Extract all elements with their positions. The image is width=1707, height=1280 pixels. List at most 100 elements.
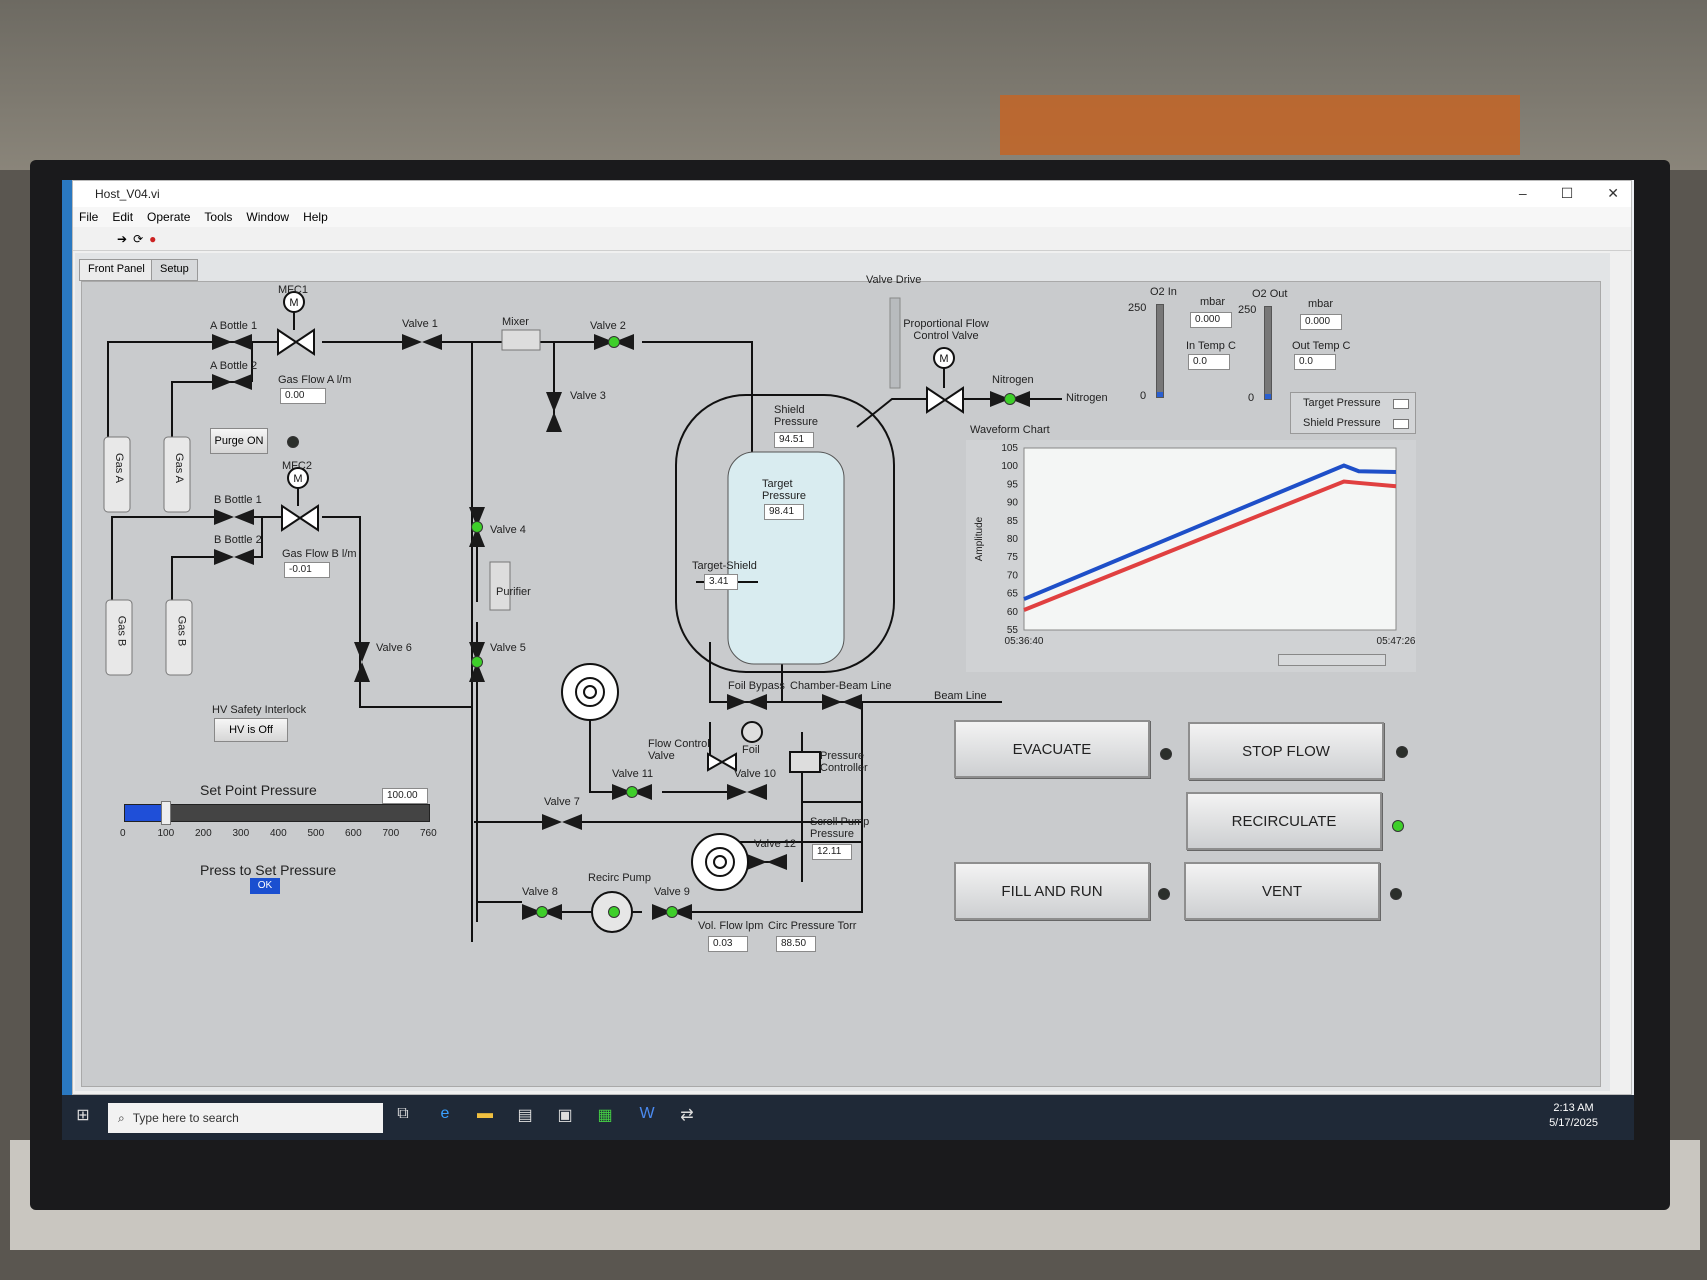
o2-in-value: 0.000	[1190, 312, 1232, 328]
taskbar-search[interactable]: ⌕ Type here to search	[108, 1103, 383, 1133]
spreadsheet-icon[interactable]: ▦	[594, 1105, 616, 1127]
y-tick-label: 75	[1007, 552, 1019, 563]
recirculate-button[interactable]: RECIRCULATE	[1186, 792, 1382, 850]
menu-operate[interactable]: Operate	[147, 210, 190, 224]
o2-in-gauge	[1156, 304, 1164, 398]
gas-flow-b-value: -0.01	[284, 562, 330, 578]
valve12-label: Valve 12	[754, 838, 796, 850]
svg-text:M: M	[289, 297, 298, 309]
a-bottle2-label: A Bottle 2	[210, 360, 258, 372]
y-axis-label: Amplitude	[974, 516, 985, 561]
y-tick-label: 95	[1007, 479, 1019, 490]
remote-icon[interactable]: ⇄	[676, 1105, 698, 1127]
setpoint-ticks: 0 100 200 300 400 500 600 700 760	[120, 828, 437, 842]
clock-date: 5/17/2025	[1549, 1117, 1598, 1129]
target-pressure-label: Target Pressure	[762, 478, 807, 502]
menu-tools[interactable]: Tools	[204, 210, 232, 224]
fill-and-run-button[interactable]: FILL AND RUN	[954, 862, 1150, 920]
valve6-label: Valve 6	[376, 642, 412, 654]
window-title: Host_V04.vi	[95, 187, 160, 201]
app-icon[interactable]: ▤	[514, 1105, 536, 1127]
legend-shield-swatch-icon[interactable]	[1393, 419, 1409, 429]
hv-button[interactable]: HV is Off	[214, 718, 288, 742]
y-tick-label: 100	[1001, 461, 1018, 472]
chart-legend: Target Pressure Shield Pressure	[1290, 392, 1416, 434]
gas-a1-label: Gas A	[112, 453, 125, 483]
nitrogen-valve-label: Nitrogen	[992, 374, 1034, 386]
valve5-label: Valve 5	[490, 642, 526, 654]
setpoint-tick: 760	[420, 828, 437, 839]
labview-icon[interactable]: ▣	[554, 1105, 576, 1127]
setpoint-slider[interactable]	[124, 801, 430, 825]
chart-scrollbar[interactable]	[1278, 654, 1386, 666]
run-continuous-icon[interactable]: ⟳	[133, 232, 143, 246]
setpoint-tick: 300	[232, 828, 250, 839]
setpoint-value[interactable]: 100.00	[382, 788, 428, 804]
menu-help[interactable]: Help	[303, 210, 328, 224]
labview-window: Host_V04.vi – ☐ ✕ File Edit Operate Tool…	[72, 180, 1632, 1095]
chamber-beam-line-label: Chamber-Beam Line	[790, 680, 892, 692]
legend-shield: Shield Pressure	[1303, 417, 1381, 429]
tab-setup[interactable]: Setup	[151, 259, 198, 281]
menu-bar: File Edit Operate Tools Window Help	[73, 207, 1631, 227]
run-arrow-icon[interactable]: ➔	[117, 232, 127, 246]
close-button[interactable]: ✕	[1607, 185, 1619, 202]
fill-and-run-led	[1158, 888, 1170, 900]
y-tick-label: 80	[1007, 534, 1019, 545]
valve2-label: Valve 2	[590, 320, 626, 332]
toolbar: ➔ ⟳ ●	[73, 227, 1631, 251]
panel-body: M M M MFC1 MFC2 A Bottle 1 A Bottle 2 B Bo…	[81, 274, 1601, 1087]
setpoint-tick: 100	[157, 828, 175, 839]
screen: Host_V04.vi – ☐ ✕ File Edit Operate Tool…	[62, 180, 1634, 1140]
foil-bypass-label: Foil Bypass	[728, 680, 785, 692]
o2-out-gauge	[1264, 306, 1272, 400]
evacuate-button[interactable]: EVACUATE	[954, 720, 1150, 778]
legend-target-swatch-icon[interactable]	[1393, 399, 1409, 409]
windows-start-icon[interactable]: ⊞	[72, 1105, 94, 1127]
target-shield-label: Target-Shield	[692, 560, 757, 572]
valve11-led	[626, 786, 638, 798]
background-tape	[1000, 95, 1520, 155]
file-explorer-icon[interactable]: ▬	[474, 1105, 496, 1127]
maximize-button[interactable]: ☐	[1561, 185, 1574, 202]
svg-text:M: M	[293, 473, 302, 485]
abort-icon[interactable]: ●	[149, 232, 156, 246]
minimize-button[interactable]: –	[1519, 185, 1527, 202]
waveform-chart: 105 100 95 90 85 80 75 70 65 60 5505:36:40 05:47:26…	[966, 440, 1416, 672]
scroll-pump-label: Scroll Pump Pressure	[810, 816, 870, 840]
setpoint-tick: 700	[382, 828, 400, 839]
setpoint-label: Set Point Pressure	[200, 782, 317, 798]
menu-edit[interactable]: Edit	[112, 210, 133, 224]
gas-b1-label: Gas B	[115, 615, 128, 647]
purge-led	[287, 436, 299, 448]
hv-interlock-label: HV Safety Interlock	[212, 704, 307, 716]
menu-window[interactable]: Window	[246, 210, 289, 224]
front-panel: Front Panel Setup M M M MFC1 MFC2 A Bott…	[75, 253, 1610, 1091]
setpoint-slider-handle[interactable]	[161, 801, 171, 825]
edge-icon[interactable]: e	[434, 1105, 456, 1127]
gas-b2-label: Gas B	[175, 615, 188, 647]
y-tick-label: 70	[1007, 570, 1019, 581]
vol-flow-label: Vol. Flow lpm	[698, 920, 764, 932]
menu-file[interactable]: File	[79, 210, 98, 224]
stop-flow-button[interactable]: STOP FLOW	[1188, 722, 1384, 780]
recirc-pump-led	[608, 906, 620, 918]
scroll-pump-value: 12.11	[812, 844, 852, 860]
out-temp-value: 0.0	[1294, 354, 1336, 370]
search-icon: ⌕	[118, 1110, 125, 1125]
o2-in-label: O2 In	[1150, 286, 1177, 298]
task-view-icon[interactable]: ⧉	[392, 1105, 414, 1127]
ok-button[interactable]: OK	[250, 878, 280, 894]
tab-front-panel[interactable]: Front Panel	[79, 259, 154, 281]
flow-control-valve-label: Flow Control Valve	[648, 738, 710, 762]
vent-led	[1390, 888, 1402, 900]
a-bottle1-label: A Bottle 1	[210, 320, 258, 332]
shield-pressure-value: 94.51	[774, 432, 814, 448]
word-icon[interactable]: W	[636, 1105, 658, 1127]
vent-button[interactable]: VENT	[1184, 862, 1380, 920]
purge-button[interactable]: Purge ON	[210, 428, 268, 454]
stop-flow-led	[1396, 746, 1408, 758]
clock[interactable]: 2:13 AM 5/17/2025	[1549, 1101, 1598, 1131]
valve9-label: Valve 9	[654, 886, 690, 898]
circ-pressure-value: 88.50	[776, 936, 816, 952]
